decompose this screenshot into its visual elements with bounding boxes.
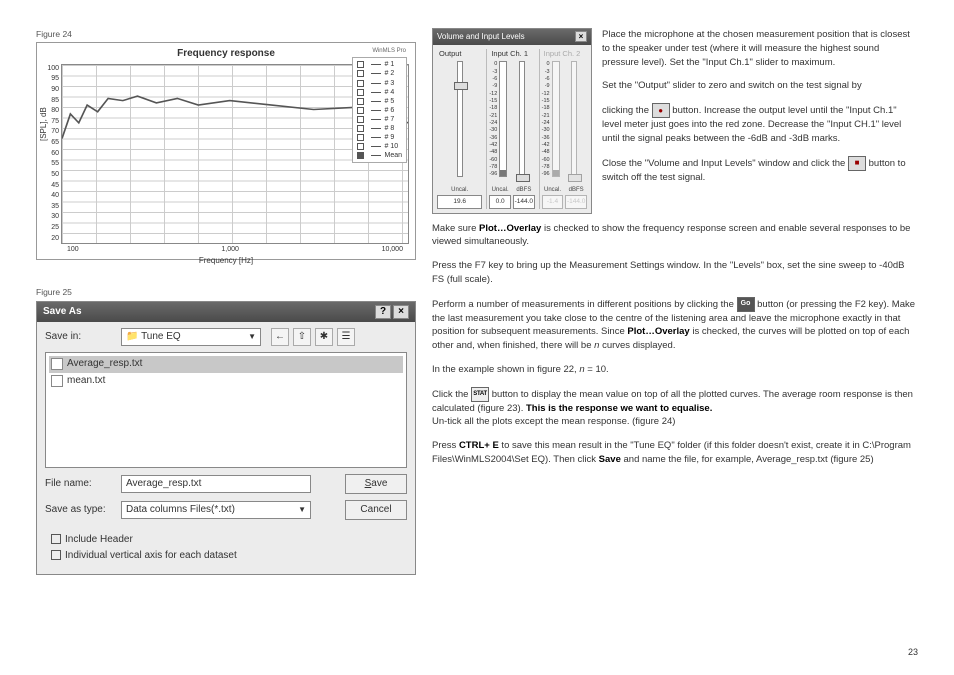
legend-item[interactable]: # 3: [357, 79, 402, 88]
figure24-label: Figure 24: [36, 28, 416, 40]
save-in-combo[interactable]: 📁 Tune EQ ▼: [121, 328, 261, 346]
file-item[interactable]: mean.txt: [49, 373, 403, 390]
new-folder-icon[interactable]: ✱: [315, 328, 333, 346]
chart-x-ticks: 100 1,000 10,000: [43, 244, 409, 255]
instruction-text: In the example shown in figure 22, n = 1…: [432, 363, 918, 377]
back-icon[interactable]: ←: [271, 328, 289, 346]
input-slider[interactable]: [571, 61, 577, 177]
chart-y-ticks: 10095908580757065605550454035302520: [43, 64, 61, 244]
legend-item[interactable]: # 6: [357, 106, 402, 115]
vol-col-head: Input Ch. 1: [489, 49, 534, 60]
record-icon[interactable]: ●: [652, 103, 670, 118]
uncal-readout: -1.4: [542, 195, 564, 208]
stop-icon[interactable]: ■: [848, 156, 866, 171]
views-icon[interactable]: ☰: [337, 328, 355, 346]
vol-col-head: Input Ch. 2: [542, 49, 587, 60]
instruction-text: Make sure Plot…Overlay is checked to sho…: [432, 222, 918, 250]
legend-item[interactable]: # 5: [357, 97, 402, 106]
close-button[interactable]: ×: [393, 305, 409, 319]
chevron-down-icon: ▼: [248, 331, 256, 343]
legend-item[interactable]: # 10: [357, 142, 402, 151]
up-icon[interactable]: ⇧: [293, 328, 311, 346]
volume-levels-panel: Volume and Input Levels × OutputUncal.19…: [432, 28, 592, 214]
legend-item[interactable]: Mean: [357, 151, 402, 160]
file-list[interactable]: Average_resp.txt mean.txt: [45, 352, 407, 468]
legend-item[interactable]: # 8: [357, 124, 402, 133]
level-meter: [552, 61, 560, 177]
level-meter: [499, 61, 507, 177]
chart-xlabel: Frequency [Hz]: [43, 255, 409, 267]
instruction-text: Click the STAT button to display the mea…: [432, 387, 918, 430]
legend-item[interactable]: # 2: [357, 69, 402, 78]
dialog-title: Save As: [43, 305, 82, 320]
legend-item[interactable]: # 4: [357, 88, 402, 97]
vol-col-head: Output: [437, 49, 482, 60]
chart-ylabel: [SPL], dB: [38, 108, 50, 142]
save-as-dialog: Save As ? × Save in: 📁 Tune EQ ▼ ← ⇧ ✱ ☰: [36, 301, 416, 576]
include-header-checkbox[interactable]: Include Header: [51, 532, 401, 548]
figure25-label: Figure 25: [36, 286, 416, 298]
dbfs-readout: -144.0: [565, 195, 587, 208]
file-icon: [51, 358, 63, 370]
close-icon[interactable]: ×: [575, 31, 587, 42]
save-button[interactable]: Save: [345, 474, 407, 494]
page-number: 23: [908, 646, 918, 659]
legend-item[interactable]: # 7: [357, 115, 402, 124]
help-button[interactable]: ?: [375, 305, 391, 319]
output-slider[interactable]: [457, 61, 463, 177]
chart-legend: WinMLS Pro # 1# 2# 3# 4# 5# 6# 7# 8# 9# …: [352, 57, 407, 163]
save-type-label: Save as type:: [45, 503, 115, 518]
file-name-input[interactable]: Average_resp.txt: [121, 475, 311, 493]
legend-item[interactable]: # 1: [357, 60, 402, 69]
cancel-button[interactable]: Cancel: [345, 500, 407, 520]
chevron-down-icon: ▼: [298, 504, 306, 516]
go-icon[interactable]: Go: [737, 297, 755, 312]
dbfs-readout: -144.0: [513, 195, 535, 208]
frequency-response-chart: Frequency response [SPL], dB 10095908580…: [36, 42, 416, 260]
instruction-text: Press CTRL+ E to save this mean result i…: [432, 439, 918, 467]
uncal-readout: 0.0: [489, 195, 511, 208]
file-icon: [51, 375, 63, 387]
input-slider[interactable]: [519, 61, 525, 177]
legend-item[interactable]: # 9: [357, 133, 402, 142]
instruction-text: Perform a number of measurements in diff…: [432, 297, 918, 353]
save-in-label: Save in:: [45, 330, 115, 345]
stat-icon[interactable]: STAT: [471, 387, 489, 402]
file-name-label: File name:: [45, 477, 115, 492]
file-item[interactable]: Average_resp.txt: [49, 356, 403, 373]
individual-axis-checkbox[interactable]: Individual vertical axis for each datase…: [51, 548, 401, 564]
save-type-combo[interactable]: Data columns Files(*.txt) ▼: [121, 501, 311, 519]
uncal-readout: 19.6: [437, 195, 482, 208]
instruction-text: Press the F7 key to bring up the Measure…: [432, 259, 918, 287]
vol-panel-title: Volume and Input Levels: [437, 31, 525, 43]
